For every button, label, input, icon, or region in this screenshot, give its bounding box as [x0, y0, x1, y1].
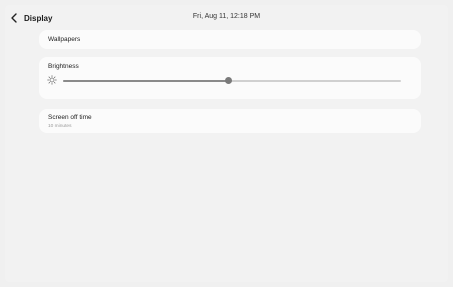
slider-thumb[interactable] [225, 77, 233, 84]
wallpapers-label: Wallpapers [48, 36, 81, 43]
slider-fill [63, 80, 229, 82]
header: Display Fri, Aug 11, 12:18 PM [5, 5, 448, 31]
screen-off-time-value: 10 minutes [48, 124, 72, 129]
display-settings-screen: Display Fri, Aug 11, 12:18 PM Wallpapers… [5, 5, 448, 282]
screen-off-time-label: Screen off time [48, 114, 92, 121]
brightness-slider[interactable] [63, 77, 401, 84]
brightness-label: Brightness [48, 63, 79, 70]
sun-icon [47, 75, 57, 85]
status-datetime: Fri, Aug 11, 12:18 PM [192, 13, 261, 20]
brightness-card: Brightness [39, 57, 421, 99]
wallpapers-item[interactable]: Wallpapers [39, 30, 421, 49]
screen-off-time-item[interactable]: Screen off time 10 minutes [39, 109, 421, 133]
